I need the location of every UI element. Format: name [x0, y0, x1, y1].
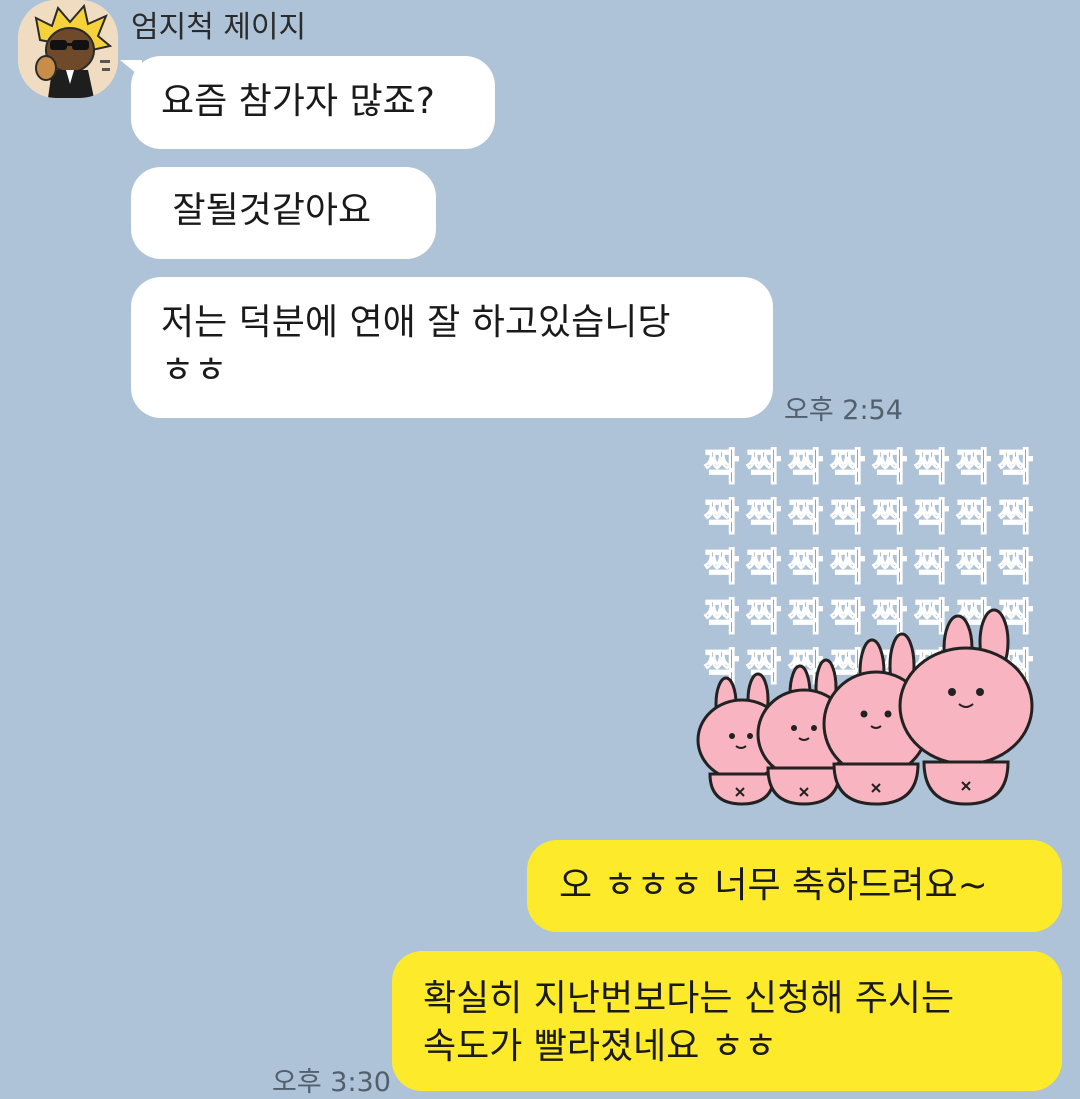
sender-avatar[interactable]: [18, 0, 118, 98]
sticker-text: 짝: [746, 495, 781, 539]
clapping-bunnies-sticker[interactable]: 짝짝짝짝짝짝짝짝짝짝짝짝짝짝짝짝짝짝짝짝짝짝짝짝짝짝짝짝짝짝짝짝짝짝짝짝짝짝짝짝: [696, 444, 1058, 810]
sticker-text: 짝: [872, 545, 907, 589]
sender-name: 엄지척 제이지: [131, 10, 307, 45]
sticker-text: 짝: [998, 445, 1033, 489]
sticker-text: 짝: [872, 595, 907, 639]
outgoing-message[interactable]: 확실히 지난번보다는 신청해 주시는 속도가 빨라졌네요 ㅎㅎ: [392, 951, 1062, 1091]
outgoing-message[interactable]: 오 ㅎㅎㅎ 너무 축하드려요~: [527, 840, 1062, 932]
message-text-line: ㅎㅎ: [161, 350, 228, 391]
message-text-line: 속도가 빨라졌네요 ㅎㅎ: [423, 1026, 778, 1067]
clapping-bunnies-sticker-icon: 짝짝짝짝짝짝짝짝짝짝짝짝짝짝짝짝짝짝짝짝짝짝짝짝짝짝짝짝짝짝짝짝짝짝짝짝짝짝짝짝: [696, 444, 1034, 806]
message-text-line: 저는 덕분에 연애 잘 하고있습니당: [161, 302, 671, 343]
sticker-text: 짝: [788, 445, 823, 489]
sticker-text: 짝: [998, 545, 1033, 589]
sticker-text: 짝: [914, 545, 949, 589]
sticker-text: 짝: [746, 545, 781, 589]
sticker-text: 짝: [914, 495, 949, 539]
incoming-message[interactable]: 잘될것같아요: [131, 167, 436, 259]
sticker-text: 짝: [704, 445, 739, 489]
sticker-text: 짝: [830, 595, 865, 639]
sticker-text: 짝: [704, 495, 739, 539]
incoming-message[interactable]: 요즘 참가자 많죠?: [131, 56, 495, 149]
incoming-message[interactable]: 저는 덕분에 연애 잘 하고있습니당 ㅎㅎ: [131, 277, 773, 418]
message-text-line: 확실히 지난번보다는 신청해 주시는: [423, 978, 955, 1019]
sticker-text: 짝: [914, 445, 949, 489]
sticker-text: 짝: [830, 495, 865, 539]
message-text: 잘될것같아요: [161, 190, 372, 231]
sticker-text: 짝: [704, 595, 739, 639]
sticker-text: 짝: [914, 595, 949, 639]
sticker-text: 짝: [788, 595, 823, 639]
sunglasses-character-avatar-icon: [18, 0, 118, 98]
sticker-text: 짝: [704, 545, 739, 589]
sticker-text: 짝: [830, 545, 865, 589]
message-text: 오 ㅎㅎㅎ 너무 축하드려요~: [559, 865, 988, 906]
sticker-text: 짝: [956, 445, 991, 489]
sticker-text: 짝: [746, 445, 781, 489]
sticker-text: 짝: [998, 495, 1033, 539]
sticker-text: 짝: [788, 495, 823, 539]
message-text: 요즘 참가자 많죠?: [161, 81, 435, 122]
sticker-text: 짝: [830, 445, 865, 489]
message-timestamp: 오후 2:54: [784, 395, 903, 426]
sticker-text: 짝: [746, 595, 781, 639]
sticker-text: 짝: [872, 445, 907, 489]
sticker-text: 짝: [872, 495, 907, 539]
sticker-text: 짝: [956, 545, 991, 589]
sticker-text: 짝: [956, 495, 991, 539]
sticker-text: 짝: [788, 545, 823, 589]
